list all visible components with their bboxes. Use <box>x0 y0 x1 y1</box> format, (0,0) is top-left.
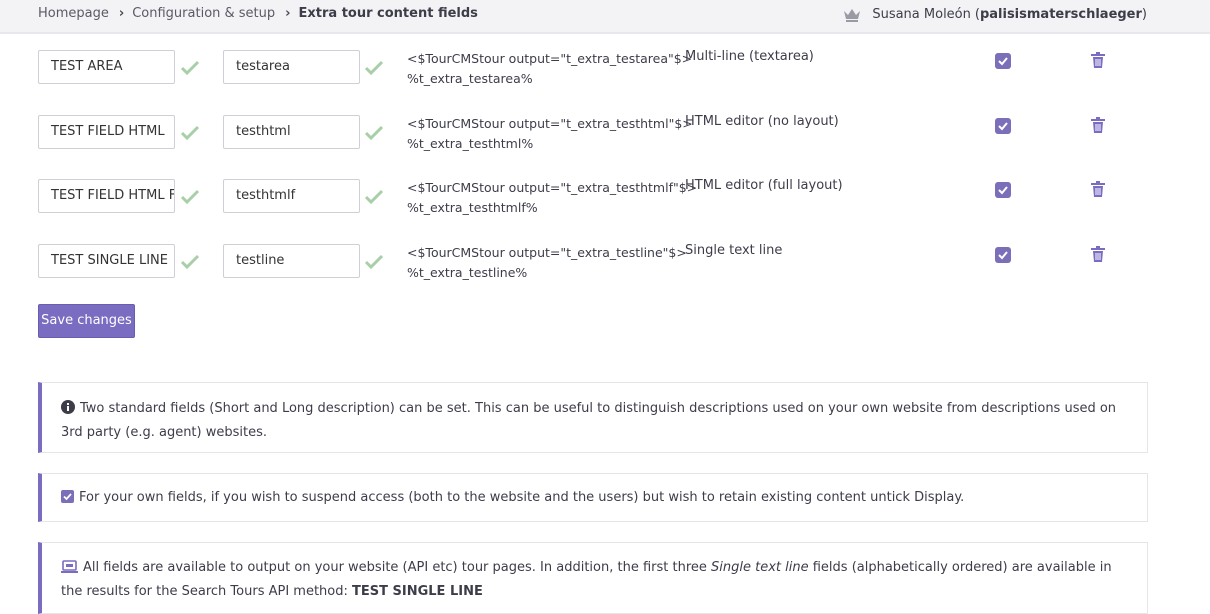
field-label-input[interactable]: TEST AREA <box>38 50 175 84</box>
field-row: TEST FIELD HTML testhtml <$TourCMStour o… <box>0 114 1210 175</box>
check-icon <box>180 125 200 141</box>
breadcrumb-config-link[interactable]: Configuration & setup <box>132 6 275 21</box>
api-note-text-1: All fields are available to output on yo… <box>83 560 712 575</box>
output-placeholder: %t_extra_testarea% <box>407 71 533 86</box>
output-code: <$TourCMStour output="t_extra_testhtmlf"… <box>407 178 697 218</box>
display-checkbox[interactable] <box>995 118 1011 134</box>
field-row: TEST AREA testarea <$TourCMStour output=… <box>0 49 1210 110</box>
check-icon <box>180 254 200 270</box>
save-changes-button[interactable]: Save changes <box>38 304 135 338</box>
field-key-input[interactable]: testhtml <box>223 115 360 149</box>
field-type: HTML editor (no layout) <box>685 114 839 129</box>
user-login-close: ) <box>1141 7 1147 22</box>
info-note-text: Two standard fields (Short and Long desc… <box>61 401 1117 440</box>
field-type: Multi-line (textarea) <box>685 49 814 64</box>
field-label-input[interactable]: TEST FIELD HTML FU <box>38 179 175 213</box>
output-placeholder: %t_extra_testline% <box>407 265 528 280</box>
display-checkbox[interactable] <box>995 53 1011 69</box>
field-key-input[interactable]: testarea <box>223 50 360 84</box>
output-placeholder: %t_extra_testhtml% <box>407 136 534 151</box>
check-icon <box>364 189 384 205</box>
output-tag: <$TourCMStour output="t_extra_testhtml"$… <box>407 116 693 131</box>
crown-icon <box>843 8 861 22</box>
user-name: Susana Moleón <box>872 7 971 22</box>
output-tag: <$TourCMStour output="t_extra_testarea"$… <box>407 51 693 66</box>
check-icon <box>180 60 200 76</box>
trash-icon[interactable] <box>1090 52 1106 69</box>
top-bar: Homepage › Configuration & setup › Extra… <box>0 0 1210 34</box>
field-label-input[interactable]: TEST FIELD HTML <box>38 115 175 149</box>
info-note: Two standard fields (Short and Long desc… <box>38 382 1148 453</box>
output-tag: <$TourCMStour output="t_extra_testhtmlf"… <box>407 180 698 195</box>
output-code: <$TourCMStour output="t_extra_testarea"$… <box>407 49 692 89</box>
trash-icon[interactable] <box>1090 246 1106 263</box>
output-code: <$TourCMStour output="t_extra_testline"$… <box>407 243 687 283</box>
user-login: palisismaterschlaeger <box>979 7 1142 22</box>
display-note-text: For your own fields, if you wish to susp… <box>79 490 965 505</box>
field-key-input[interactable]: testhtmlf <box>223 179 360 213</box>
breadcrumb: Homepage › Configuration & setup › Extra… <box>38 6 478 21</box>
api-note: All fields are available to output on yo… <box>38 542 1148 614</box>
check-icon <box>364 60 384 76</box>
api-note-italic: Single text line <box>711 560 809 575</box>
trash-icon[interactable] <box>1090 181 1106 198</box>
field-type: Single text line <box>685 243 783 258</box>
output-placeholder: %t_extra_testhtmlf% <box>407 200 538 215</box>
check-icon <box>364 254 384 270</box>
field-label-input[interactable]: TEST SINGLE LINE <box>38 244 175 278</box>
chevron-right-icon: › <box>285 6 291 21</box>
field-type: HTML editor (full layout) <box>685 178 843 193</box>
output-code: <$TourCMStour output="t_extra_testhtml"$… <box>407 114 693 154</box>
laptop-icon <box>61 559 78 581</box>
trash-icon[interactable] <box>1090 117 1106 134</box>
display-note: For your own fields, if you wish to susp… <box>38 473 1148 522</box>
user-menu[interactable]: Susana Moleón (palisismaterschlaeger) <box>843 7 1147 22</box>
field-key-input[interactable]: testline <box>223 244 360 278</box>
api-note-bold: TEST SINGLE LINE <box>352 584 483 599</box>
breadcrumb-home-link[interactable]: Homepage <box>38 6 109 21</box>
check-icon <box>180 189 200 205</box>
display-checkbox[interactable] <box>995 182 1011 198</box>
chevron-right-icon: › <box>118 6 125 21</box>
breadcrumb-current: Extra tour content fields <box>298 6 478 21</box>
output-tag: <$TourCMStour output="t_extra_testline"$… <box>407 245 687 260</box>
field-row: TEST FIELD HTML FU testhtmlf <$TourCMSto… <box>0 178 1210 239</box>
check-icon <box>364 125 384 141</box>
display-checkbox[interactable] <box>995 247 1011 263</box>
field-row: TEST SINGLE LINE testline <$TourCMStour … <box>0 243 1210 304</box>
info-icon <box>61 400 75 422</box>
checkbox-icon <box>61 489 74 511</box>
